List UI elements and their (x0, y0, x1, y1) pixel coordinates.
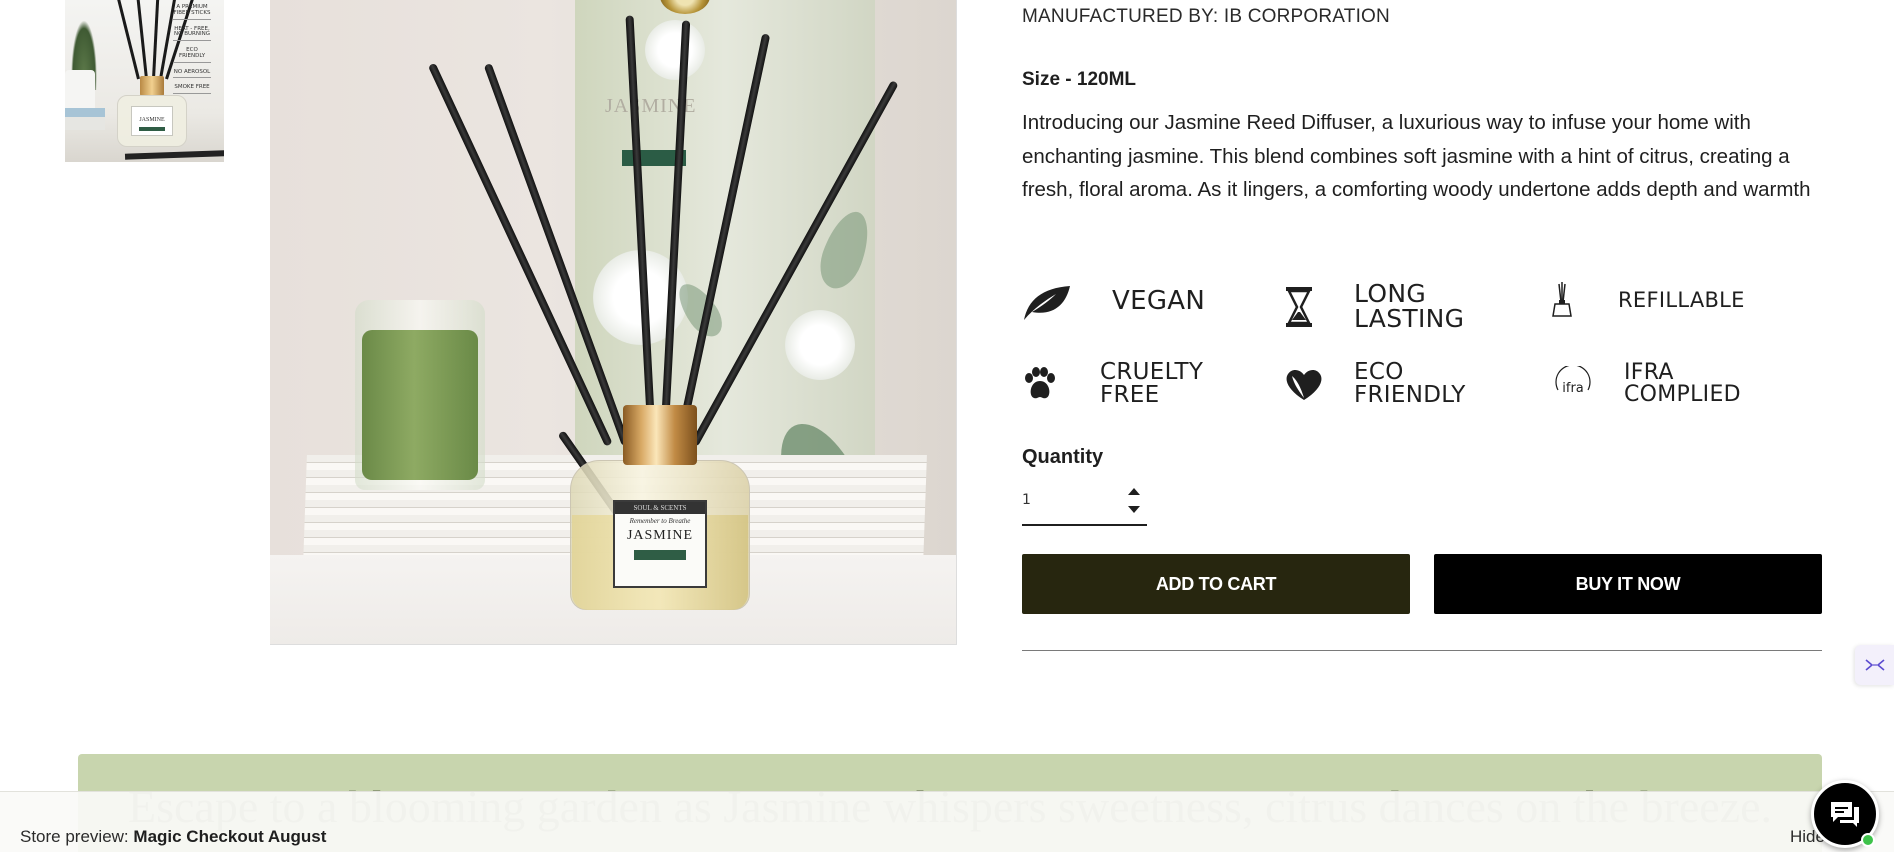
diffuser-icon (1550, 276, 1602, 324)
store-preview-prefix: Store preview: (20, 827, 129, 846)
thumbnail-label-band (139, 127, 165, 131)
thumbnail-label-name: JASMINE (139, 117, 165, 123)
product-thumbnail[interactable]: JASMINE A PREMIUM FIBER STICKS HEAT - FR… (65, 0, 224, 162)
chat-icon (1831, 802, 1859, 827)
feature-cruelty-free: CRUELTY FREE (1022, 360, 1203, 408)
thumbnail-books (65, 108, 105, 130)
store-preview-name: Magic Checkout August (133, 827, 327, 846)
thumbnail-bottle-label: JASMINE (131, 106, 173, 136)
box-flower (645, 20, 705, 80)
decrement-arrow-icon[interactable] (1128, 506, 1140, 513)
feature-label: IFRA COMPLIED (1624, 360, 1741, 407)
feature-label: CRUELTY FREE (1100, 359, 1204, 408)
quantity-input[interactable]: 1 (1022, 492, 1031, 508)
bottle-label: SOUL & SCENTS Remember to Breathe JASMIN… (613, 500, 707, 588)
candle-wax (362, 330, 478, 480)
section-divider (1022, 650, 1822, 651)
thumbnail-reed-stick (116, 0, 140, 80)
online-status-dot (1861, 833, 1875, 847)
buy-now-button[interactable]: BUY IT NOW (1434, 554, 1822, 614)
label-brand: SOUL & SCENTS (615, 502, 705, 514)
thumbnail-note: A PREMIUM FIBER STICKS (173, 4, 211, 20)
quantity-label: Quantity (1022, 446, 1104, 468)
hourglass-icon (1284, 283, 1336, 331)
feature-eco-friendly: ECO FRIENDLY (1284, 360, 1466, 408)
side-widget-button[interactable] (1855, 645, 1894, 685)
thumbnail-reed-bundle (124, 150, 224, 160)
feature-long-lasting: LONG LASTING (1284, 279, 1465, 333)
bottle-cap (623, 405, 697, 465)
thumbnail-reed-stick (136, 0, 148, 80)
store-preview-text: Store preview: Magic Checkout August (20, 827, 326, 847)
feature-label: ECO FRIENDLY (1354, 359, 1466, 408)
product-description: Introducing our Jasmine Reed Diffuser, a… (1022, 111, 1811, 201)
add-to-cart-button[interactable]: ADD TO CART (1022, 554, 1410, 614)
box-emblem (660, 0, 710, 14)
leaf-icon (1022, 278, 1074, 326)
thumbnail-bottle-cap (140, 76, 164, 96)
manufacturer-text: MANUFACTURED BY: IB CORPORATION (1022, 6, 1390, 27)
collapse-arrows-icon (1864, 659, 1885, 671)
feature-label: REFILLABLE (1618, 287, 1745, 312)
label-name: JASMINE (626, 528, 694, 543)
label-script: Remember to Breathe (629, 517, 691, 525)
thumbnail-reed-stick (152, 0, 160, 80)
heart-leaf-icon (1284, 360, 1336, 408)
feature-label: LONG LASTING (1354, 279, 1465, 333)
feature-refillable: REFILLABLE (1550, 276, 1745, 324)
feature-ifra-complied: ifra IFRA COMPLIED (1552, 360, 1741, 408)
ifra-icon: ifra (1552, 360, 1604, 408)
label-band (634, 550, 686, 560)
thumbnail-note: SMOKE FREE (173, 84, 211, 95)
main-product-image[interactable]: JASMINE SOUL & SCENTS Remember to Breath… (270, 0, 957, 645)
ifra-icon-text: ifra (1562, 381, 1584, 396)
paw-icon (1022, 360, 1074, 408)
thumbnail-note: NO AEROSOL (173, 69, 211, 79)
thumbnail-feature-notes: A PREMIUM FIBER STICKS HEAT - FREE, NO B… (173, 4, 211, 100)
thumbnail-note: ECO FRIENDLY (173, 47, 211, 63)
quantity-stepper[interactable]: 1 (1022, 482, 1147, 526)
increment-arrow-icon[interactable] (1128, 488, 1140, 495)
thumbnail-note: HEAT - FREE, NO BURNING (173, 26, 211, 42)
feature-label: VEGAN (1112, 286, 1206, 317)
box-flower (785, 310, 855, 380)
size-text: Size - 120ML (1022, 69, 1137, 90)
feature-vegan: VEGAN (1022, 278, 1205, 326)
